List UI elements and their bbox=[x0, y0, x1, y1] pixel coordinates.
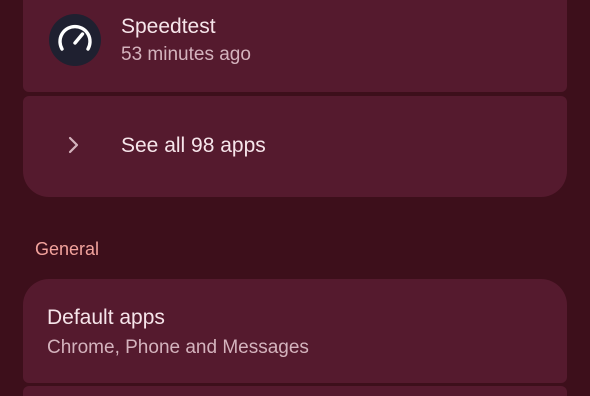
chevron-right-icon bbox=[63, 134, 85, 156]
app-name: Speedtest bbox=[121, 15, 216, 38]
app-last-used: 53 minutes ago bbox=[121, 44, 251, 65]
see-all-apps-button[interactable] bbox=[23, 96, 567, 197]
recent-app-row-speedtest[interactable] bbox=[23, 0, 567, 92]
speedtest-gauge-icon bbox=[49, 14, 101, 66]
default-apps-item[interactable] bbox=[23, 279, 567, 383]
section-header-general: General bbox=[35, 239, 100, 259]
default-apps-subtitle: Chrome, Phone and Messages bbox=[47, 337, 309, 358]
see-all-apps-label: See all 98 apps bbox=[121, 134, 266, 157]
next-list-item[interactable] bbox=[23, 386, 567, 396]
default-apps-title: Default apps bbox=[47, 306, 165, 329]
